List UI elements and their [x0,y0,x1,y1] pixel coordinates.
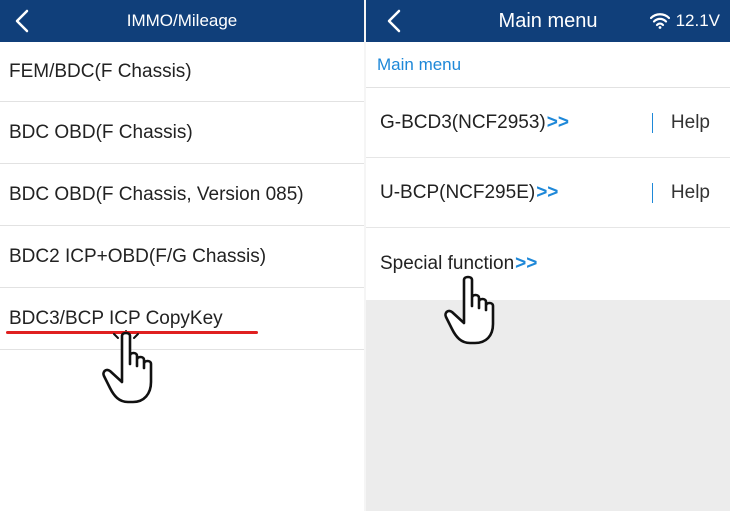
list-item-label: G-BCD3(NCF2953) [380,111,546,133]
list-item-special-function[interactable]: Special function >> [366,228,730,300]
main-menu-panel: Main menu 12.1V Main menu G-BCD3(NCF2953… [366,0,730,511]
wifi-icon [649,13,670,29]
chevron-double-right-icon: >> [536,181,559,203]
list-item-label: BDC OBD(F Chassis) [9,121,193,143]
list-item-label: BDC OBD(F Chassis, Version 085) [9,183,304,205]
list-item-label: U-BCP(NCF295E) [380,181,536,203]
breadcrumb[interactable]: Main menu [366,42,730,88]
breadcrumb-label: Main menu [377,54,462,74]
divider [651,112,653,133]
right-header: Main menu 12.1V [366,0,730,42]
pointing-hand-icon [102,330,153,404]
list-item-label: FEM/BDC(F Chassis) [9,60,192,82]
chevron-double-right-icon: >> [546,111,569,133]
list-item-bdc-obd[interactable]: BDC OBD(F Chassis) [0,102,364,164]
list-item-fem-bdc[interactable]: FEM/BDC(F Chassis) [0,42,364,102]
battery-voltage: 12.1V [675,11,720,30]
page-title-left: IMMO/Mileage [126,11,238,30]
immo-menu-list: FEM/BDC(F Chassis) BDC OBD(F Chassis) BD… [0,42,364,350]
chevron-double-right-icon: >> [515,253,538,274]
list-item-bdc2-icp-obd[interactable]: BDC2 ICP+OBD(F/G Chassis) [0,226,364,288]
main-menu-content: Main menu G-BCD3(NCF2953) >> Help U-BCP(N… [366,42,730,300]
list-item-label: BDC2 ICP+OBD(F/G Chassis) [9,245,267,267]
left-header: IMMO/Mileage [0,0,364,42]
main-menu-list: G-BCD3(NCF2953) >> Help U-BCP(NCF295E) >> … [366,88,730,300]
help-group: Help [651,112,710,134]
status-bar: 12.1V [649,0,720,42]
immo-mileage-panel: IMMO/Mileage FEM/BDC(F Chassis) BDC OBD(… [0,0,365,511]
help-group: Help [651,182,710,204]
help-link[interactable]: Help [671,182,710,204]
list-item-g-bcd3[interactable]: G-BCD3(NCF2953) >> Help [366,88,730,158]
list-item-label: BDC3/BCP ICP CopyKey [9,307,223,329]
list-item-u-bcp[interactable]: U-BCP(NCF295E) >> Help [366,158,730,228]
divider [651,182,653,203]
list-item-bdc-obd-085[interactable]: BDC OBD(F Chassis, Version 085) [0,164,364,226]
help-link[interactable]: Help [671,112,710,134]
list-item-bdc3-bcp-copykey[interactable]: BDC3/BCP ICP CopyKey [0,288,364,350]
pointing-hand-icon [444,275,495,345]
